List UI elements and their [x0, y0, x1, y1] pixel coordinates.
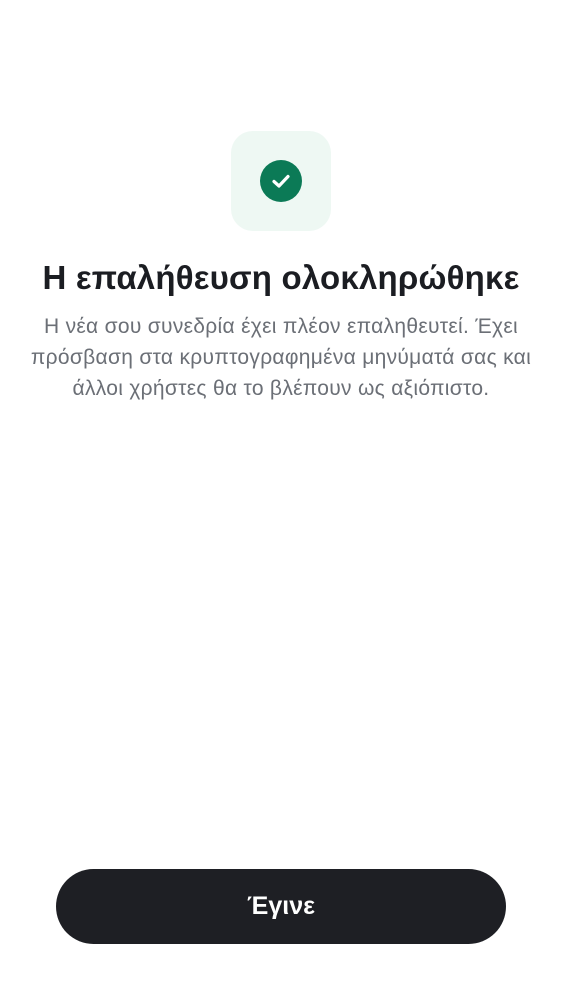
status-badge [231, 131, 331, 231]
done-button[interactable]: Έγινε [56, 869, 506, 944]
verification-description: Η νέα σου συνεδρία έχει πλέον επαληθευτε… [30, 315, 532, 400]
verification-complete-screen: Η επαλήθευση ολοκληρώθηκε Η νέα σου συνε… [0, 0, 562, 1000]
check-circle-icon [260, 160, 302, 202]
checkmark-icon [272, 174, 290, 188]
page-title: Η επαλήθευση ολοκληρώθηκε [42, 259, 520, 296]
